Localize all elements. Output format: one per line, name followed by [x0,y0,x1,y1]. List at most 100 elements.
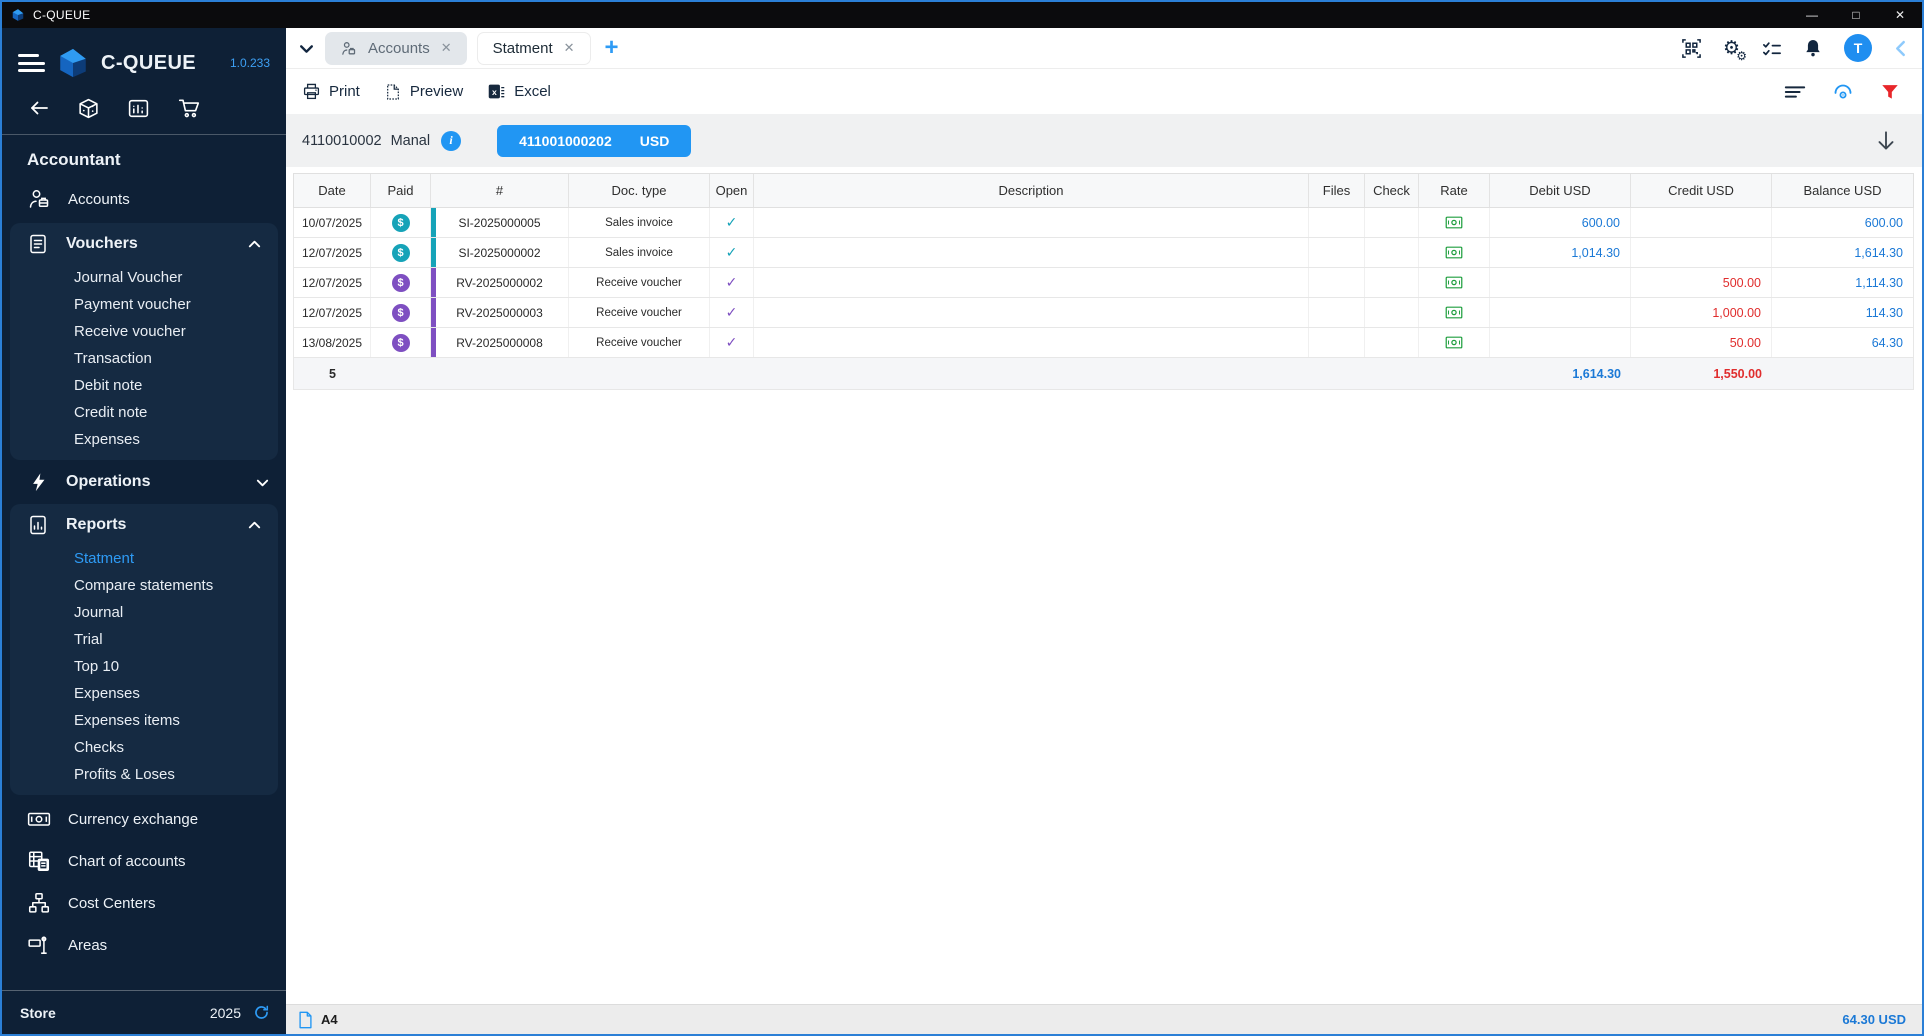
preview-button[interactable]: Preview [384,83,463,101]
print-button[interactable]: Print [302,82,360,101]
refresh-icon[interactable] [253,1004,270,1021]
account-name: Manal [390,132,431,149]
sidebar-footer: Store 2025 [2,990,286,1034]
doc-number-text: RV-2025000008 [456,335,543,350]
cell-credit [1631,208,1772,237]
user-avatar[interactable]: T [1844,34,1872,62]
sidebar-item-label: Currency exchange [68,810,199,828]
sidebar-item-transaction[interactable]: Transaction [10,345,278,372]
chevron-down-icon [255,475,270,490]
table-row[interactable]: 13/08/2025 $ RV-2025000008 Receive vouch… [293,328,1914,358]
sidebar-item-journal-voucher[interactable]: Journal Voucher [10,264,278,291]
new-tab-button[interactable]: + [605,36,619,60]
cell-date: 10/07/2025 [294,208,371,237]
tab-bar: Accounts ✕ Statment ✕ + ⚙ ⚙ T [286,28,1922,69]
page-size-label[interactable]: A4 [321,1012,338,1027]
col-header-files[interactable]: Files [1309,174,1365,207]
table-row[interactable]: 12/07/2025 $ RV-2025000002 Receive vouch… [293,268,1914,298]
chevron-up-icon [247,237,262,252]
column-settings-icon[interactable] [1784,84,1806,100]
download-arrow-icon[interactable] [1874,129,1898,153]
tab-close-icon[interactable]: ✕ [564,40,575,56]
sidebar-item-statement[interactable]: Statment [10,545,278,572]
tab-statement[interactable]: Statment ✕ [476,31,591,65]
rate-banknote-icon[interactable] [1419,298,1490,327]
sidebar-item-label: Chart of accounts [68,852,186,870]
sidebar-item-compare-statements[interactable]: Compare statements [10,572,278,599]
sidebar-item-top-10[interactable]: Top 10 [10,653,278,680]
sidebar-item-receive-voucher[interactable]: Receive voucher [10,318,278,345]
sidebar-item-profits-loses[interactable]: Profits & Loses [10,761,278,788]
sidebar-item-credit-note[interactable]: Credit note [10,399,278,426]
tab-label: Statment [492,39,553,57]
cell-check [1365,268,1419,297]
maximize-button[interactable]: □ [1834,2,1878,28]
preview-label: Preview [409,83,464,100]
sidebar-item-accounts[interactable]: Accounts [2,178,286,220]
products-cube-icon[interactable] [77,97,100,120]
sidebar-item-payment-voucher[interactable]: Payment voucher [10,291,278,318]
sidebar-item-trial[interactable]: Trial [10,626,278,653]
col-header-rate[interactable]: Rate [1419,174,1490,207]
col-header-credit[interactable]: Credit USD [1631,174,1772,207]
sidebar-item-currency-exchange[interactable]: Currency exchange [2,798,286,840]
excel-export-button[interactable]: x Excel [487,82,551,101]
watch-live-icon[interactable] [1832,82,1854,102]
tasks-checklist-icon[interactable] [1761,38,1782,59]
paid-dollar-icon: $ [391,273,410,292]
tab-label: Accounts [368,39,430,57]
table-row[interactable]: 12/07/2025 $ SI-2025000002 Sales invoice… [293,238,1914,268]
settings-gears-icon[interactable]: ⚙ ⚙ [1723,39,1747,62]
sidebar-item-cost-centers[interactable]: Cost Centers [2,882,286,924]
notifications-bell-icon[interactable] [1803,38,1823,58]
qr-scan-icon[interactable] [1681,38,1702,59]
paid-dollar-icon: $ [391,243,410,262]
col-header-open[interactable]: Open [710,174,754,207]
account-currency: USD [639,132,670,149]
minimize-button[interactable]: — [1790,2,1834,28]
sidebar-item-expenses-items[interactable]: Expenses items [10,707,278,734]
col-header-date[interactable]: Date [294,174,371,207]
sidebar-group-vouchers-header[interactable]: Vouchers [10,223,278,264]
open-check-icon: ✓ [725,214,738,230]
sidebar-group-reports-header[interactable]: Reports [10,504,278,545]
open-check-icon: ✓ [725,334,738,350]
sidebar-item-debit-note[interactable]: Debit note [10,372,278,399]
col-header-number[interactable]: # [431,174,569,207]
tab-close-icon[interactable]: ✕ [441,40,452,56]
account-number-button[interactable]: 411001000202 USD [497,124,692,157]
sidebar-item-expenses[interactable]: Expenses [10,426,278,453]
dashboard-chart-icon[interactable] [127,97,150,120]
open-check-icon: ✓ [725,244,738,260]
account-number: 411001000202 [519,132,612,149]
tabs-chevron-down-icon[interactable] [298,40,315,57]
menu-hamburger-icon[interactable] [18,50,45,77]
sidebar-item-journal[interactable]: Journal [10,599,278,626]
filter-funnel-icon[interactable] [1880,82,1900,102]
col-header-description[interactable]: Description [754,174,1309,207]
table-row[interactable]: 12/07/2025 $ RV-2025000003 Receive vouch… [293,298,1914,328]
table-row[interactable]: 10/07/2025 $ SI-2025000005 Sales invoice… [293,208,1914,238]
col-header-debit[interactable]: Debit USD [1490,174,1631,207]
rate-banknote-icon[interactable] [1419,268,1490,297]
sidebar-item-expenses-report[interactable]: Expenses [10,680,278,707]
sidebar-item-chart-of-accounts[interactable]: Chart of accounts [2,840,286,882]
tab-accounts[interactable]: Accounts ✕ [325,31,467,65]
col-header-paid[interactable]: Paid [371,174,431,207]
doc-color-bar [431,208,436,237]
col-header-check[interactable]: Check [1365,174,1419,207]
cart-icon[interactable] [177,96,201,120]
document-icon [27,233,49,255]
col-header-balance[interactable]: Balance USD [1772,174,1913,207]
col-header-doc-type[interactable]: Doc. type [569,174,710,207]
collapse-chevron-left-icon[interactable] [1893,40,1908,57]
close-button[interactable]: ✕ [1878,2,1922,28]
rate-banknote-icon[interactable] [1419,208,1490,237]
back-arrow-icon[interactable] [28,97,50,119]
sidebar-item-operations[interactable]: Operations [2,463,286,501]
sidebar-item-checks[interactable]: Checks [10,734,278,761]
rate-banknote-icon[interactable] [1419,328,1490,357]
info-icon[interactable]: i [441,130,462,151]
rate-banknote-icon[interactable] [1419,238,1490,267]
sidebar-item-areas[interactable]: Areas [2,924,286,966]
